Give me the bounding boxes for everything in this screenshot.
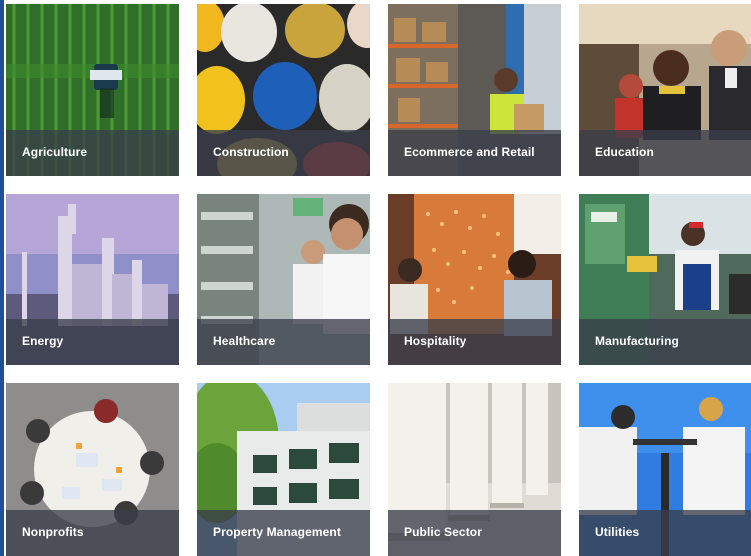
industry-label: Hospitality — [404, 334, 467, 348]
industry-tile-energy[interactable]: Energy — [6, 194, 179, 365]
industry-label: Manufacturing — [595, 334, 679, 348]
industry-label: Ecommerce and Retail — [404, 145, 535, 159]
industry-tile-nonprofits[interactable]: Nonprofits — [6, 383, 179, 556]
industry-label: Energy — [22, 334, 64, 348]
industry-label: Agriculture — [22, 145, 88, 159]
industry-label: Healthcare — [213, 334, 276, 348]
industry-label: Education — [595, 145, 654, 159]
industry-tile-ecommerce-retail[interactable]: Ecommerce and Retail — [388, 4, 561, 176]
industry-tile-education[interactable]: Education — [579, 4, 751, 176]
industry-label: Property Management — [213, 525, 341, 539]
industry-label: Nonprofits — [22, 525, 84, 539]
industry-tile-healthcare[interactable]: Healthcare — [197, 194, 370, 365]
industry-tile-hospitality[interactable]: Hospitality — [388, 194, 561, 365]
industries-grid: Agriculture Construction Ecommerce and R… — [0, 0, 751, 556]
industry-tile-construction[interactable]: Construction — [197, 4, 370, 176]
industry-tile-manufacturing[interactable]: Manufacturing — [579, 194, 751, 365]
industry-label: Public Sector — [404, 525, 482, 539]
industry-tile-public-sector[interactable]: Public Sector — [388, 383, 561, 556]
industry-label: Construction — [213, 145, 289, 159]
industry-tile-agriculture[interactable]: Agriculture — [6, 4, 179, 176]
industry-tile-utilities[interactable]: Utilities — [579, 383, 751, 556]
industry-label: Utilities — [595, 525, 640, 539]
industry-tile-property-management[interactable]: Property Management — [197, 383, 370, 556]
